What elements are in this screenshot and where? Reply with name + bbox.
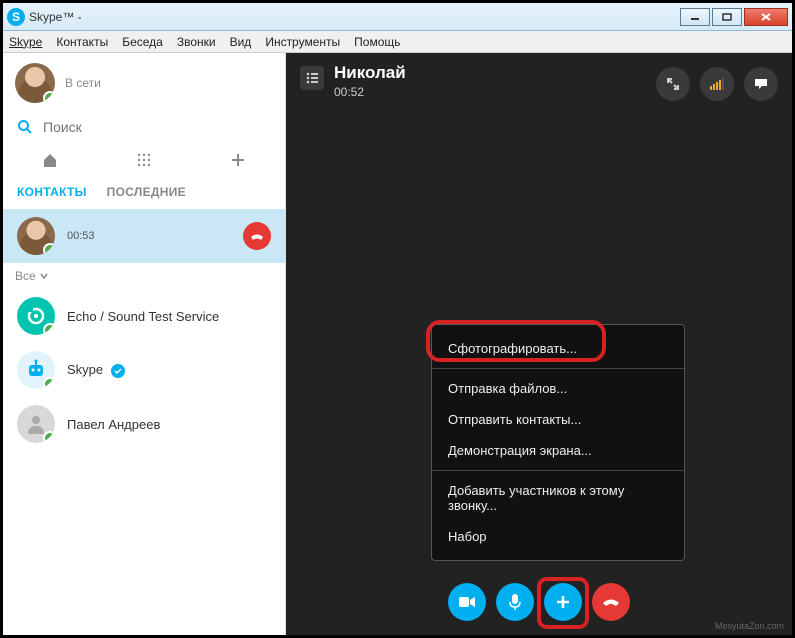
- call-header: Николай 00:52: [300, 63, 406, 99]
- verified-icon: [111, 364, 125, 378]
- search-input[interactable]: [43, 119, 271, 135]
- chat-button[interactable]: [744, 67, 778, 101]
- phone-down-icon: [249, 228, 265, 244]
- home-icon[interactable]: [41, 151, 59, 169]
- nav-row: [3, 145, 285, 179]
- contact-avatar: [17, 217, 55, 255]
- plus-button[interactable]: [544, 583, 582, 621]
- menu-calls[interactable]: Звонки: [177, 35, 216, 49]
- skype-logo-icon: S: [7, 8, 25, 26]
- watermark: MesyutaZon.com: [715, 621, 784, 631]
- window-title: Skype™ -: [29, 10, 82, 24]
- phone-down-icon: [601, 595, 621, 609]
- conversation-list-button[interactable]: [300, 66, 324, 90]
- menu-contacts[interactable]: Контакты: [56, 35, 108, 49]
- presence-online-icon: [43, 323, 55, 335]
- contact-avatar: [17, 405, 55, 443]
- microphone-icon: [509, 593, 521, 611]
- tab-recent[interactable]: ПОСЛЕДНИЕ: [107, 185, 186, 199]
- call-contact-name: Николай: [334, 63, 406, 83]
- menu-view[interactable]: Вид: [230, 35, 252, 49]
- contact-name: Skype: [67, 362, 103, 377]
- menubar: Skype Контакты Беседа Звонки Вид Инструм…: [3, 31, 792, 53]
- signal-bars-icon: [709, 77, 725, 91]
- contact-name: Павел Андреев: [67, 417, 160, 432]
- contact-call-duration: 00:53: [67, 230, 95, 242]
- menu-conversation[interactable]: Беседа: [122, 35, 163, 49]
- contact-pavel[interactable]: Павел Андреев: [3, 397, 285, 451]
- plus-icon: [555, 594, 571, 610]
- chevron-down-icon: [40, 272, 48, 280]
- search-row[interactable]: [3, 111, 285, 145]
- popup-dialpad[interactable]: Набор: [432, 521, 684, 552]
- minimize-button[interactable]: [680, 8, 710, 26]
- mute-button[interactable]: [496, 583, 534, 621]
- filter-row[interactable]: Все: [3, 263, 285, 289]
- search-icon: [17, 119, 33, 135]
- my-avatar: [15, 63, 55, 103]
- call-quality-button[interactable]: [700, 67, 734, 101]
- hangup-button[interactable]: [592, 583, 630, 621]
- popup-share-screen[interactable]: Демонстрация экрана...: [432, 435, 684, 466]
- call-top-right: [656, 67, 778, 101]
- close-button[interactable]: [744, 8, 788, 26]
- mini-hangup-button[interactable]: [243, 222, 271, 250]
- tabs-row: КОНТАКТЫ ПОСЛЕДНИЕ: [3, 179, 285, 209]
- separator: [432, 368, 684, 369]
- popup-send-files[interactable]: Отправка файлов...: [432, 373, 684, 404]
- call-view: Николай 00:52: [286, 53, 792, 635]
- presence-online-icon: [43, 377, 55, 389]
- new-icon[interactable]: [229, 151, 247, 169]
- minimize-icon: [690, 13, 700, 21]
- popup-add-people[interactable]: Добавить участников к этому звонку...: [432, 475, 684, 521]
- video-button[interactable]: [448, 583, 486, 621]
- fullscreen-button[interactable]: [656, 67, 690, 101]
- contact-avatar: [17, 351, 55, 389]
- maximize-icon: [722, 13, 732, 21]
- contact-name: Echo / Sound Test Service: [67, 309, 219, 324]
- app-window: S Skype™ - Skype Контакты Беседа Звонки …: [0, 0, 795, 638]
- menu-tools[interactable]: Инструменты: [265, 35, 340, 49]
- filter-label: Все: [15, 269, 36, 283]
- video-icon: [458, 595, 476, 609]
- call-controls: [448, 583, 630, 621]
- maximize-button[interactable]: [712, 8, 742, 26]
- sidebar: В сети: [3, 53, 286, 635]
- contact-avatar: [17, 297, 55, 335]
- list-icon: [305, 71, 319, 85]
- close-icon: [760, 12, 772, 22]
- dialpad-icon[interactable]: [135, 151, 153, 169]
- menu-skype[interactable]: Skype: [9, 35, 42, 49]
- chat-icon: [753, 77, 769, 91]
- separator: [432, 470, 684, 471]
- presence-online-icon: [43, 91, 55, 103]
- contact-skype[interactable]: Skype: [3, 343, 285, 397]
- menu-help[interactable]: Помощь: [354, 35, 400, 49]
- tab-contacts[interactable]: КОНТАКТЫ: [17, 185, 87, 199]
- call-duration: 00:52: [334, 85, 406, 99]
- expand-icon: [666, 77, 680, 91]
- popup-send-contacts[interactable]: Отправить контакты...: [432, 404, 684, 435]
- presence-online-icon: [43, 431, 55, 443]
- popup-snapshot[interactable]: Сфотографировать...: [432, 333, 684, 364]
- presence-online-icon: [43, 243, 55, 255]
- my-status: В сети: [65, 76, 101, 90]
- contact-active-call[interactable]: 00:53: [3, 209, 285, 263]
- contact-echo[interactable]: Echo / Sound Test Service: [3, 289, 285, 343]
- plus-menu-popup: Сфотографировать... Отправка файлов... О…: [431, 324, 685, 561]
- titlebar: S Skype™ -: [3, 3, 792, 31]
- me-row[interactable]: В сети: [3, 53, 285, 111]
